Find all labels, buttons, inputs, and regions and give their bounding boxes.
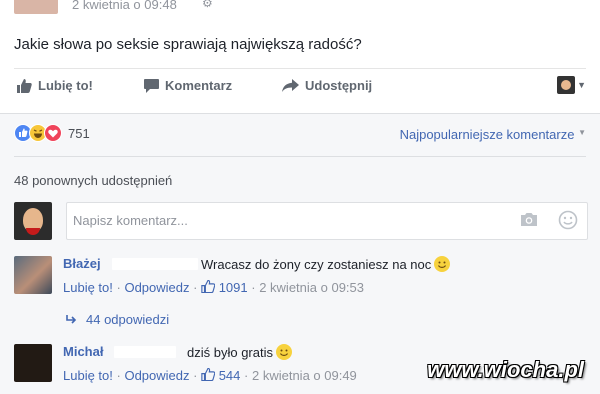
smiley-emoji [434, 256, 451, 272]
redacted-name [112, 258, 198, 270]
shares-count[interactable]: 48 ponownych udostępnień [14, 173, 172, 188]
comment-placeholder: Napisz komentarz... [73, 213, 188, 228]
comment-reply-link[interactable]: Odpowiedz [124, 280, 189, 295]
smiley-emoji [275, 344, 292, 360]
view-replies-link[interactable]: 44 odpowiedzi [66, 312, 169, 327]
thumbs-up-icon [201, 367, 216, 382]
reactions-summary[interactable]: 751 [14, 124, 90, 142]
comment-timestamp[interactable]: 2 kwietnia o 09:49 [252, 368, 357, 383]
user-avatar [557, 76, 576, 94]
user-avatar [14, 202, 52, 240]
comment-timestamp[interactable]: 2 kwietnia o 09:53 [259, 280, 364, 295]
emoji-icon[interactable] [558, 210, 578, 230]
commenter-avatar[interactable] [14, 256, 52, 294]
comment-label: Komentarz [165, 78, 233, 93]
comment-meta: Lubię to! · Odpowiedz · 1091 · 2 kwietni… [63, 279, 364, 295]
comment-text: Wracasz do żony czy zostaniesz na noc [201, 256, 451, 272]
comment-composer: Napisz komentarz... [14, 200, 588, 240]
like-button[interactable]: Lubię to! [16, 78, 93, 93]
post-header: 2 kwietnia o 09:48 ⚙ [0, 0, 600, 18]
commenter-name[interactable]: Błażej [63, 256, 101, 271]
share-label: Udostępnij [305, 78, 373, 93]
love-reaction-icon [44, 124, 62, 142]
comment-like-count[interactable]: 544 [219, 368, 241, 383]
post-timestamp[interactable]: 2 kwietnia o 09:48 [72, 0, 177, 12]
share-button[interactable]: Udostępnij [282, 78, 372, 93]
reply-arrow-icon [66, 314, 77, 324]
comment-like-link[interactable]: Lubię to! [63, 280, 113, 295]
thumbs-up-icon [201, 279, 216, 294]
thumbs-up-icon [17, 78, 32, 93]
comment-text: dziś było gratis [187, 344, 292, 360]
page-avatar[interactable] [14, 0, 58, 14]
post-as-selector[interactable]: ▼ [557, 76, 586, 94]
comment-sort-label: Najpopularniejsze komentarze [399, 127, 575, 142]
chevron-down-icon: ▼ [577, 80, 586, 90]
audience-icon[interactable]: ⚙ [202, 0, 213, 10]
comment-sort-dropdown[interactable]: Najpopularniejsze komentarze ▼ [400, 127, 586, 142]
replies-count: 44 odpowiedzi [86, 312, 170, 327]
caret-down-icon: ▼ [578, 128, 586, 137]
camera-icon[interactable] [520, 212, 538, 227]
post-text: Jakie słowa po seksie sprawiają najwięks… [14, 36, 362, 53]
comment-reply-link[interactable]: Odpowiedz [124, 368, 189, 383]
reaction-count[interactable]: 751 [68, 126, 90, 141]
commenter-name[interactable]: Michał [63, 344, 103, 359]
post-actions: Lubię to! Komentarz Udostępnij [14, 78, 586, 98]
redacted-name [114, 346, 176, 358]
comment: Błażej Wracasz do żony czy zostaniesz na… [14, 256, 586, 300]
comment-button[interactable]: Komentarz [144, 78, 232, 93]
comment-meta: Lubię to! · Odpowiedz · 544 · 2 kwietnia… [63, 367, 357, 383]
comment-icon [144, 78, 159, 93]
commenter-avatar[interactable] [14, 344, 52, 382]
watermark: www.wiocha.pl [427, 357, 584, 382]
divider [14, 68, 586, 69]
comment-like-count[interactable]: 1091 [219, 280, 248, 295]
comment-like-link[interactable]: Lubię to! [63, 368, 113, 383]
divider [14, 156, 586, 157]
comment-input[interactable]: Napisz komentarz... [66, 202, 588, 240]
divider [0, 113, 600, 114]
share-icon [282, 79, 299, 92]
like-label: Lubię to! [38, 78, 93, 93]
